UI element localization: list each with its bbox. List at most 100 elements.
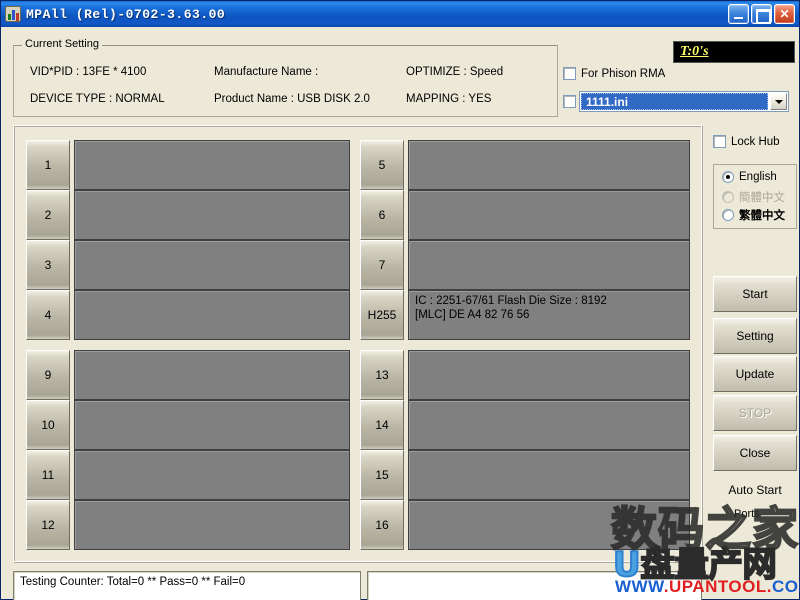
log-panel xyxy=(367,571,702,600)
close-action-button-label: Close xyxy=(739,446,771,460)
watermark-url-suffix: COM xyxy=(772,577,800,596)
port-status xyxy=(408,240,690,290)
setting-button[interactable]: Setting xyxy=(713,318,797,354)
port-row[interactable]: 4 xyxy=(26,290,350,340)
radio-icon xyxy=(722,209,734,221)
stop-button: STOP xyxy=(713,395,797,431)
manufacture-name-value: Manufacture Name : xyxy=(214,66,319,78)
ports-label: Ports xyxy=(734,508,760,520)
port-row[interactable]: 9 xyxy=(26,350,350,400)
port-button[interactable]: 2 xyxy=(26,190,70,240)
optimize-value: OPTIMIZE : Speed xyxy=(406,66,504,78)
port-button[interactable]: 6 xyxy=(360,190,404,240)
ports-panel: 1 2 3 4 9 10 11 12 5 6 7 H255 IC: 2251-… xyxy=(13,125,702,562)
setting-button-label: Setting xyxy=(736,329,774,343)
port-button[interactable]: 4 xyxy=(26,290,70,340)
app-icon xyxy=(5,6,21,22)
port-row[interactable]: 10 xyxy=(26,400,350,450)
port-row[interactable]: 3 xyxy=(26,240,350,290)
port-row[interactable]: 1 xyxy=(26,140,350,190)
port-row[interactable]: 2 xyxy=(26,190,350,240)
radio-traditional-chinese[interactable]: 繁體中文 xyxy=(722,207,785,223)
port-row[interactable]: 6 xyxy=(360,190,690,240)
port-status xyxy=(74,350,350,400)
port-status xyxy=(408,350,690,400)
port-row[interactable]: H255 IC : 2251-67/61 Flash Die Size : 81… xyxy=(360,290,690,340)
port-row[interactable]: 16 xyxy=(360,500,690,550)
vid-pid-value: VID*PID : 13FE * 4100 xyxy=(30,66,147,78)
window-controls: ✕ xyxy=(728,4,797,24)
ini-file-combobox[interactable]: 1111.ini xyxy=(579,91,789,112)
radio-simplified-chinese: 簡體中文 xyxy=(722,189,785,205)
port-button[interactable]: 10 xyxy=(26,400,70,450)
port-status xyxy=(74,140,350,190)
current-setting-legend: Current Setting xyxy=(22,38,102,50)
radio-traditional-chinese-label: 繁體中文 xyxy=(739,210,785,222)
port-row[interactable]: 5 xyxy=(360,140,690,190)
port-row[interactable]: 11 xyxy=(26,450,350,500)
checkbox-icon xyxy=(563,95,576,108)
title-bar: MPAll (Rel)-0702-3.63.00 ✕ xyxy=(1,1,799,27)
application-window: MPAll (Rel)-0702-3.63.00 ✕ Current Setti… xyxy=(0,0,800,600)
lock-hub-checkbox[interactable]: Lock Hub xyxy=(713,135,780,148)
port-button[interactable]: 5 xyxy=(360,140,404,190)
port-status xyxy=(408,500,690,550)
radio-simplified-chinese-label: 簡體中文 xyxy=(739,192,785,204)
minimize-button[interactable] xyxy=(728,4,749,24)
port-status xyxy=(74,500,350,550)
watermark-url-dot2: . xyxy=(766,577,772,596)
port-status xyxy=(74,190,350,240)
port-row[interactable]: 13 xyxy=(360,350,690,400)
close-icon: ✕ xyxy=(779,7,790,21)
checkbox-icon xyxy=(563,67,576,80)
port-status xyxy=(74,240,350,290)
start-button[interactable]: Start xyxy=(713,276,797,312)
port-button[interactable]: 7 xyxy=(360,240,404,290)
ini-file-selected-value: 1111.ini xyxy=(581,93,768,110)
product-name-value: Product Name : USB DISK 2.0 xyxy=(214,93,370,105)
port-button[interactable]: H255 xyxy=(360,290,404,340)
radio-icon xyxy=(722,171,734,183)
language-group: English 簡體中文 繁體中文 xyxy=(713,164,797,229)
radio-english-label: English xyxy=(739,171,777,183)
timer-badge: T:0's xyxy=(673,41,795,63)
port-button[interactable]: 9 xyxy=(26,350,70,400)
port-button[interactable]: 1 xyxy=(26,140,70,190)
port-status xyxy=(408,140,690,190)
testing-counter-panel: Testing Counter: Total=0 ** Pass=0 ** Fa… xyxy=(13,571,361,600)
port-status xyxy=(74,400,350,450)
testing-counter-text: Testing Counter: Total=0 ** Pass=0 ** Fa… xyxy=(20,576,246,588)
auto-start-label: Auto Start xyxy=(728,483,782,497)
port-button[interactable]: 3 xyxy=(26,240,70,290)
ini-enable-checkbox[interactable] xyxy=(563,95,576,108)
update-button[interactable]: Update xyxy=(713,356,797,392)
port-button[interactable]: 13 xyxy=(360,350,404,400)
port-row[interactable]: 14 xyxy=(360,400,690,450)
port-row[interactable]: 12 xyxy=(26,500,350,550)
lock-hub-label: Lock Hub xyxy=(731,135,780,148)
port-status xyxy=(408,450,690,500)
port-button[interactable]: 12 xyxy=(26,500,70,550)
for-phison-rma-checkbox[interactable]: For Phison RMA xyxy=(563,67,665,80)
radio-icon xyxy=(722,191,734,203)
radio-english[interactable]: English xyxy=(722,171,777,183)
chevron-down-icon[interactable] xyxy=(770,93,787,110)
port-row[interactable]: 7 xyxy=(360,240,690,290)
mapping-value: MAPPING : YES xyxy=(406,93,492,105)
maximize-button[interactable] xyxy=(751,4,772,24)
for-phison-rma-label: For Phison RMA xyxy=(581,67,666,80)
port-button[interactable]: 15 xyxy=(360,450,404,500)
current-setting-group: Current Setting VID*PID : 13FE * 4100 DE… xyxy=(13,38,558,117)
port-status xyxy=(74,290,350,340)
window-title: MPAll (Rel)-0702-3.63.00 xyxy=(26,6,226,22)
port-row[interactable]: 15 xyxy=(360,450,690,500)
port-button[interactable]: 16 xyxy=(360,500,404,550)
stop-button-label: STOP xyxy=(738,406,772,420)
port-status xyxy=(408,190,690,240)
port-button[interactable]: 11 xyxy=(26,450,70,500)
close-action-button[interactable]: Close xyxy=(713,435,797,471)
start-button-label: Start xyxy=(742,287,768,301)
port-button[interactable]: 14 xyxy=(360,400,404,450)
port-status xyxy=(408,400,690,450)
close-button[interactable]: ✕ xyxy=(774,4,795,24)
